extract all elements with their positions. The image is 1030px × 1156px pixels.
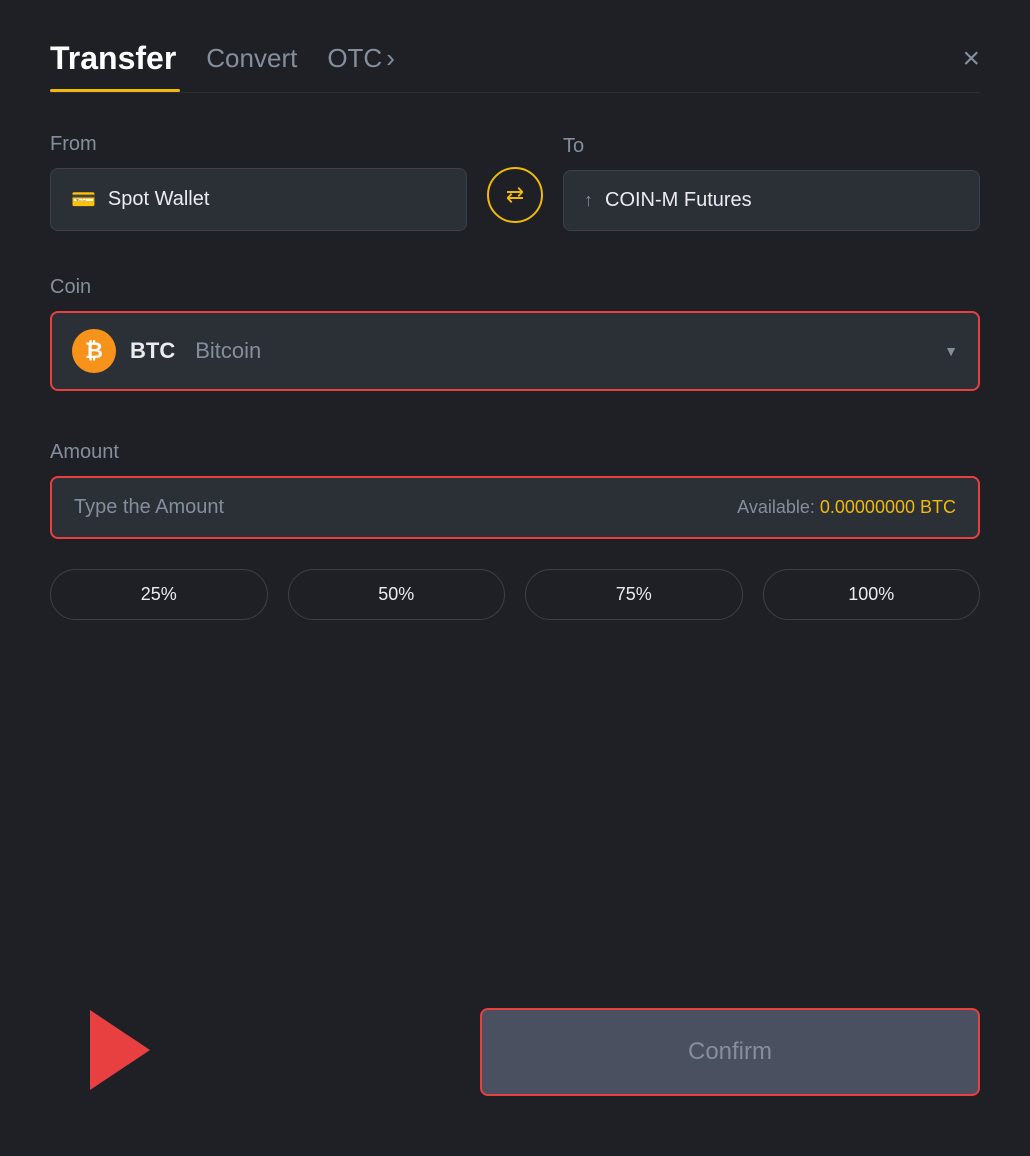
coin-chevron-icon: ▼ — [944, 343, 958, 359]
coin-dropdown[interactable]: ₿ BTC Bitcoin ▼ — [50, 311, 980, 391]
close-button[interactable]: × — [962, 44, 980, 74]
to-wallet-selector[interactable]: ↑ COIN-M Futures — [563, 170, 980, 231]
swap-container: ⇄ — [487, 167, 543, 231]
transfer-tab[interactable]: Transfer — [50, 40, 176, 77]
from-wallet-selector[interactable]: 💳 Spot Wallet — [50, 168, 467, 231]
modal-header: Transfer Convert OTC › × — [50, 40, 980, 77]
pct-25-button[interactable]: 25% — [50, 569, 268, 620]
otc-tab[interactable]: OTC › — [327, 43, 395, 74]
coin-label: Coin — [50, 276, 980, 299]
amount-label: Amount — [50, 441, 980, 464]
confirm-button[interactable]: Confirm — [480, 1008, 980, 1096]
otc-tab-label: OTC — [327, 43, 382, 74]
to-label: To — [563, 135, 980, 158]
available-label: Available: — [737, 497, 815, 517]
btc-coin-icon: ₿ — [72, 329, 116, 373]
transfer-modal: Transfer Convert OTC › × From 💳 Spot Wal… — [0, 0, 1030, 1156]
pct-75-button[interactable]: 75% — [525, 569, 743, 620]
pct-50-button[interactable]: 50% — [288, 569, 506, 620]
header-divider — [50, 92, 980, 93]
from-to-section: From 💳 Spot Wallet ⇄ To ↑ COIN-M Futures — [50, 133, 980, 231]
swap-button[interactable]: ⇄ — [487, 167, 543, 223]
arrow-container — [90, 1010, 150, 1095]
swap-icon: ⇄ — [506, 182, 524, 208]
wallet-card-icon: 💳 — [71, 187, 96, 212]
convert-tab[interactable]: Convert — [206, 43, 297, 74]
available-amount-value: 0.00000000 BTC — [820, 497, 956, 517]
futures-icon: ↑ — [584, 190, 593, 211]
to-column: To ↑ COIN-M Futures — [563, 135, 980, 231]
coin-section: Coin ₿ BTC Bitcoin ▼ — [50, 276, 980, 441]
from-column: From 💳 Spot Wallet — [50, 133, 467, 231]
otc-chevron-icon: › — [386, 43, 395, 74]
bottom-area: Confirm — [50, 988, 980, 1096]
to-wallet-name: COIN-M Futures — [605, 189, 752, 212]
pointer-arrow-icon — [90, 1010, 150, 1090]
percentage-row: 25% 50% 75% 100% — [50, 569, 980, 620]
amount-input[interactable] — [74, 496, 737, 519]
amount-input-box: Available: 0.00000000 BTC — [50, 476, 980, 539]
from-wallet-name: Spot Wallet — [108, 188, 210, 211]
coin-full-name: Bitcoin — [195, 338, 261, 364]
available-balance: Available: 0.00000000 BTC — [737, 497, 956, 518]
pct-100-button[interactable]: 100% — [763, 569, 981, 620]
from-label: From — [50, 133, 467, 156]
coin-symbol: BTC — [130, 338, 175, 364]
amount-section: Amount Available: 0.00000000 BTC — [50, 441, 980, 569]
